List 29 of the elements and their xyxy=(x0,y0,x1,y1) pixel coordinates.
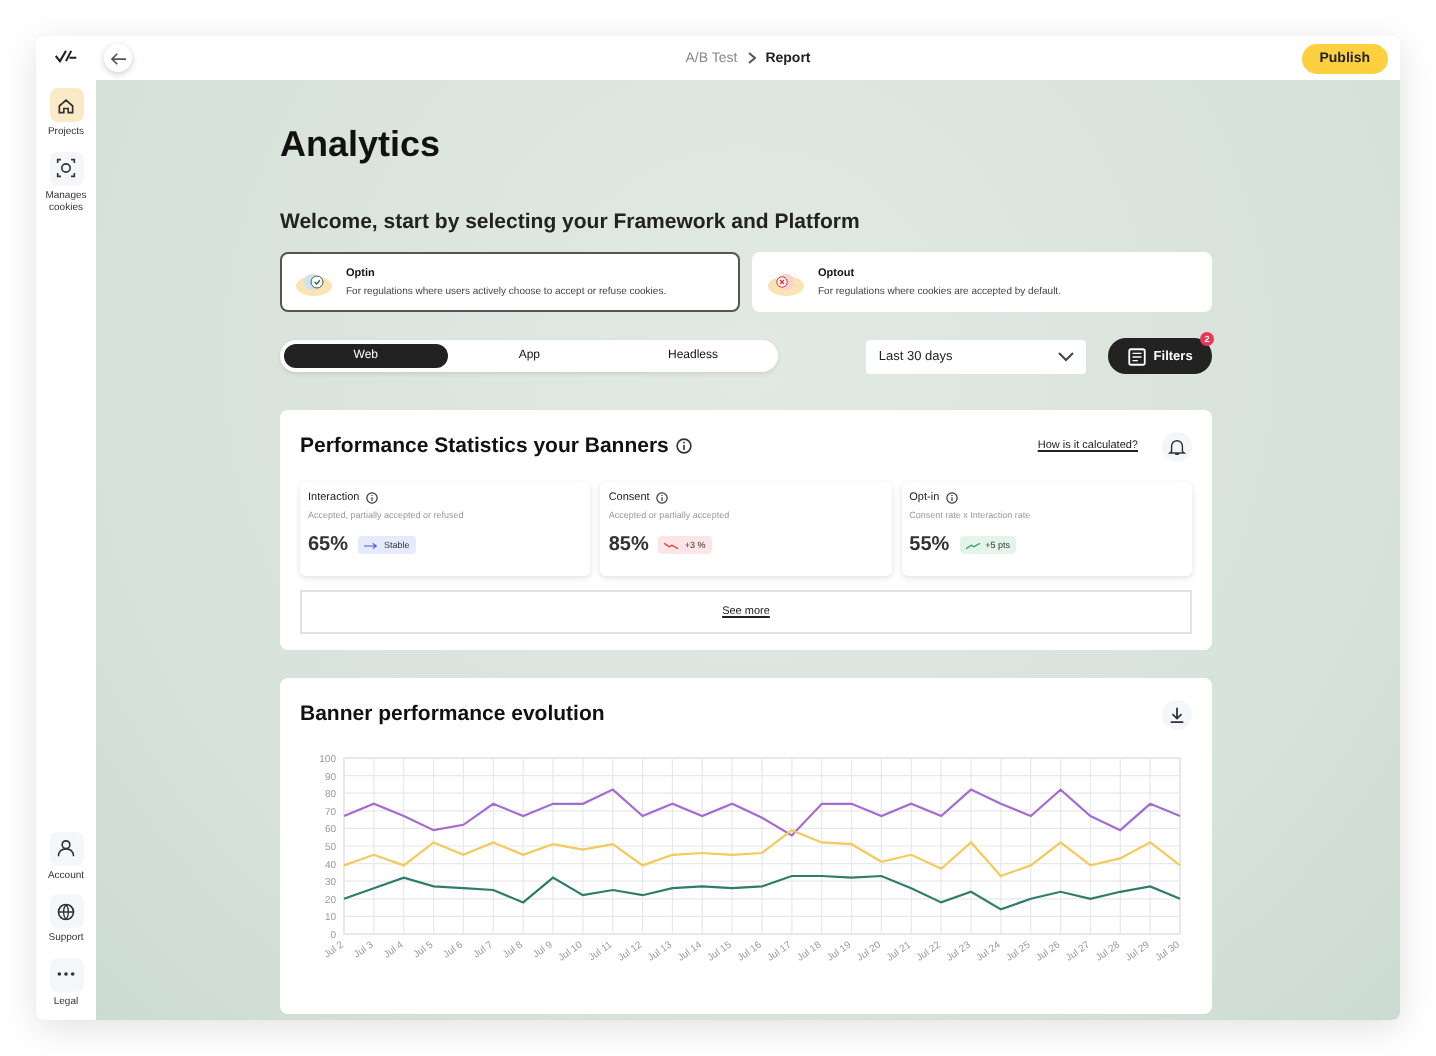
download-button[interactable] xyxy=(1162,699,1192,729)
chevron-right-icon xyxy=(747,52,756,64)
filter-panel-icon xyxy=(1127,347,1146,365)
back-button[interactable] xyxy=(104,44,132,72)
card-title: Performance Statistics your Banners xyxy=(300,434,669,458)
more-icon xyxy=(56,970,76,978)
page-title: Analytics xyxy=(280,124,443,166)
info-icon xyxy=(676,438,693,454)
user-icon xyxy=(56,838,76,858)
metric-value: 65% xyxy=(308,534,349,556)
trend-down-icon xyxy=(664,541,679,549)
arrow-right-icon xyxy=(364,541,379,549)
logo-icon xyxy=(54,48,78,64)
target-icon xyxy=(56,158,76,178)
card-title: Banner performance evolution xyxy=(300,702,605,726)
globe-icon xyxy=(56,901,76,921)
info-icon xyxy=(655,492,668,504)
notification-button[interactable] xyxy=(1162,431,1192,461)
arrow-left-icon xyxy=(109,51,127,65)
trend-up-icon xyxy=(965,541,980,549)
bell-icon xyxy=(1168,437,1186,455)
chevron-down-icon xyxy=(1058,351,1075,361)
metric-value: 55% xyxy=(909,534,950,556)
home-icon xyxy=(56,95,76,115)
download-icon xyxy=(1168,705,1186,723)
info-icon xyxy=(945,492,958,504)
info-icon xyxy=(365,492,378,504)
metric-value: 85% xyxy=(608,534,649,556)
page-subtitle: Welcome, start by selecting your Framework and Platform xyxy=(280,210,862,234)
